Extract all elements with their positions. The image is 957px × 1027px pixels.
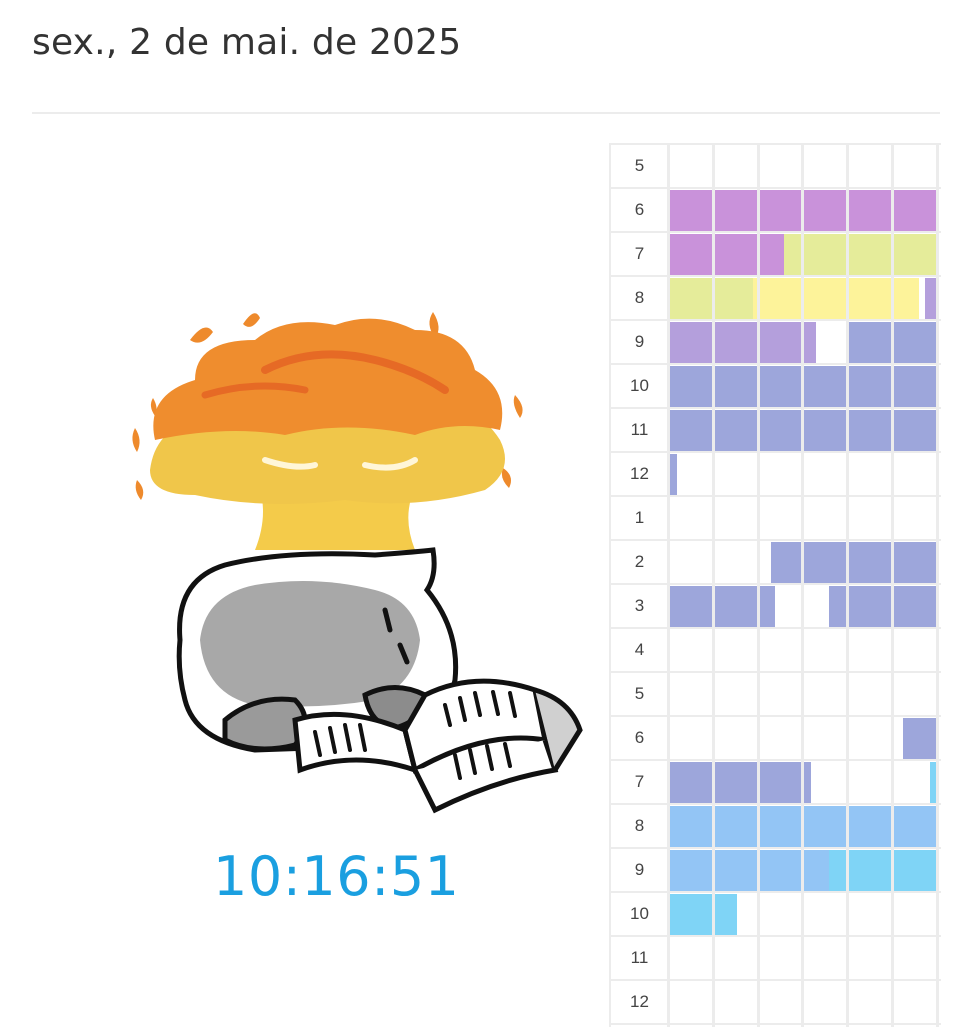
activity-segment — [668, 762, 812, 803]
activity-segment — [668, 850, 830, 891]
hour-label: 5 — [611, 145, 668, 187]
hour-label: 8 — [611, 277, 668, 319]
hour-label: 6 — [611, 717, 668, 759]
activity-segment — [784, 234, 937, 275]
hour-label: 3 — [611, 585, 668, 627]
date-title: sex., 2 de mai. de 2025 — [32, 22, 462, 63]
activity-segment — [668, 234, 785, 275]
hour-timeline-grid: 5 6 7 8 9 10 11 12 1 2 3 4 5 6 7 8 9 10 11 12 — [609, 143, 941, 1027]
hour-label: 9 — [611, 849, 668, 891]
cat-reading-explosion-icon — [132, 312, 583, 814]
hour-label: 7 — [611, 233, 668, 275]
activity-segment — [668, 322, 816, 363]
clock-time: 10:16:51 — [213, 845, 460, 908]
activity-segment — [902, 718, 937, 759]
hour-label: 7 — [611, 761, 668, 803]
hour-label: 10 — [611, 365, 668, 407]
hour-label: 8 — [611, 805, 668, 847]
hour-label: 11 — [611, 409, 668, 451]
grid-column-line — [846, 145, 849, 1027]
grid-column-line — [667, 145, 670, 1027]
grid-column-line — [935, 145, 939, 1027]
hour-label: 5 — [611, 673, 668, 715]
hour-label: 11 — [611, 937, 668, 979]
hour-label: 12 — [611, 981, 668, 1023]
grid-column-line — [801, 145, 805, 1027]
grid-column-line — [890, 145, 894, 1027]
activity-segment — [770, 542, 937, 583]
activity-segment — [668, 278, 754, 319]
hour-label: 9 — [611, 321, 668, 363]
grid-column-line — [711, 145, 715, 1027]
hour-label: 6 — [611, 189, 668, 231]
activity-segment — [668, 894, 738, 935]
grid-column-line — [756, 145, 760, 1027]
hour-label: 4 — [611, 629, 668, 671]
hour-label: 12 — [611, 453, 668, 495]
hour-label: 1 — [611, 497, 668, 539]
hour-label: 10 — [611, 893, 668, 935]
header-divider — [32, 112, 940, 114]
hour-label: 2 — [611, 541, 668, 583]
